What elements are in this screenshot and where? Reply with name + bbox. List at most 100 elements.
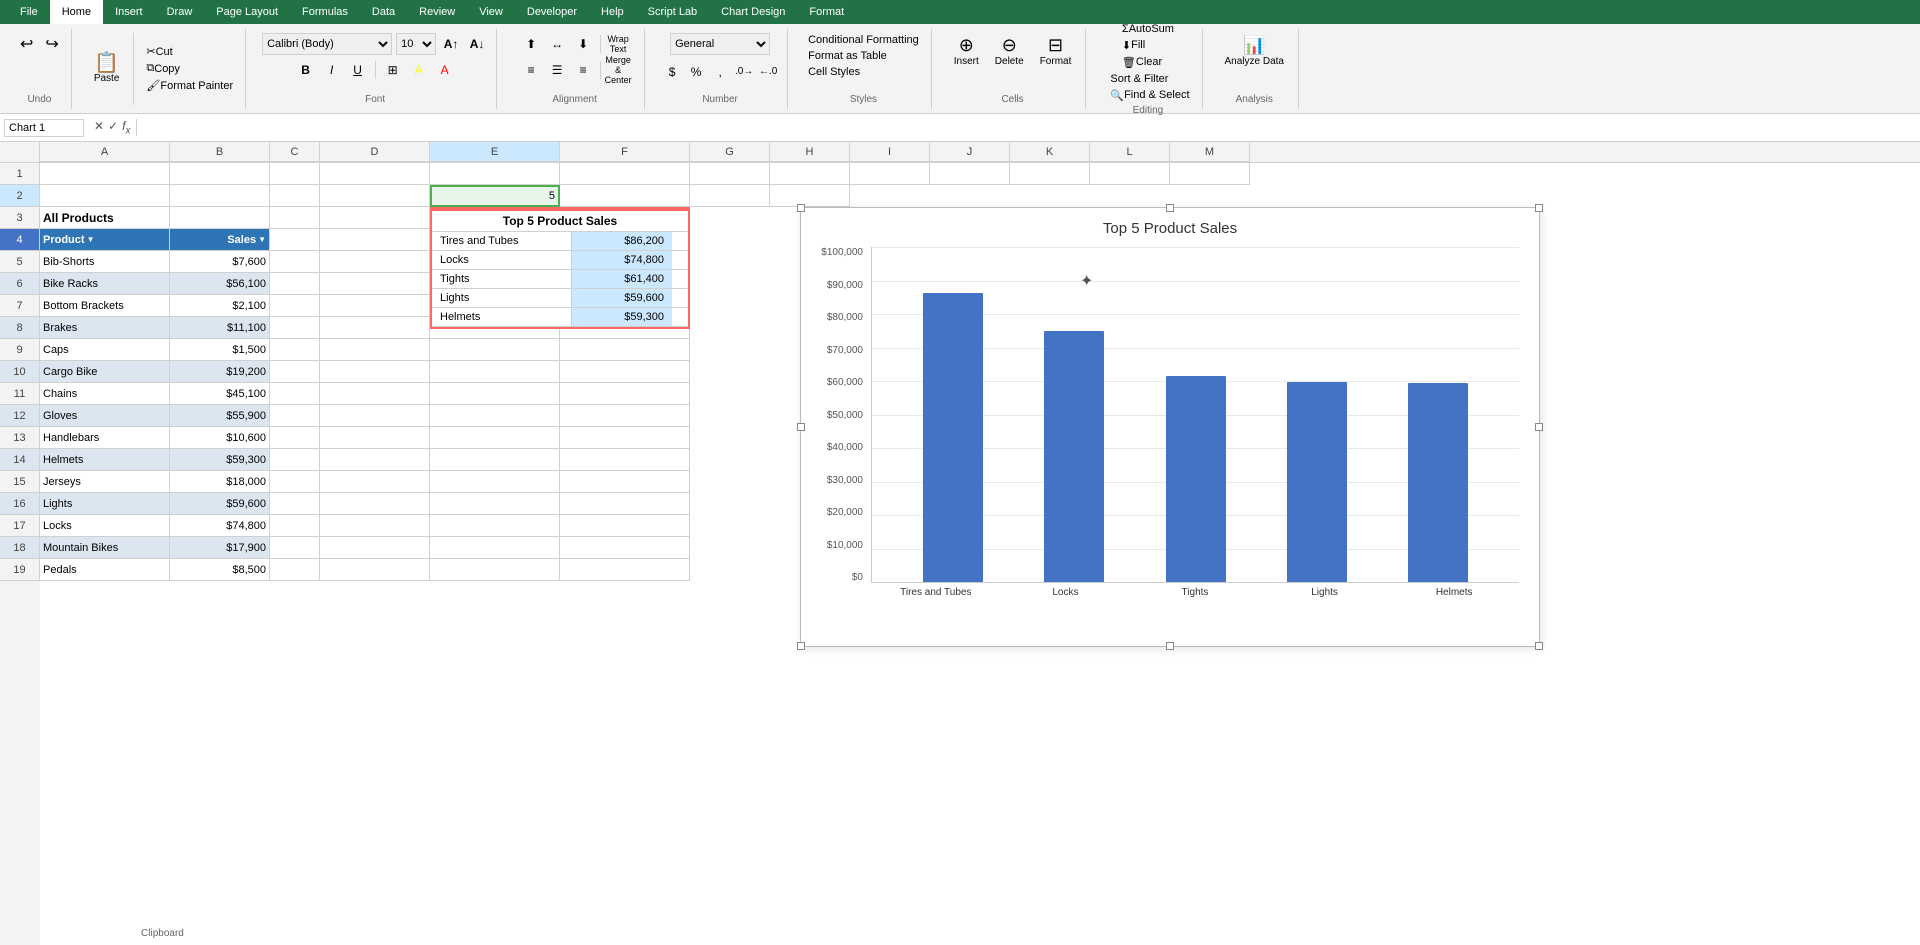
cell-c17[interactable] [270, 515, 320, 537]
row-13[interactable]: 13 [0, 427, 40, 449]
cell-d7[interactable] [320, 295, 430, 317]
wrap-text-button[interactable]: Wrap Text [607, 33, 629, 55]
resize-handle-tl[interactable] [797, 204, 805, 212]
cut-button[interactable]: ✂ Cut [142, 44, 237, 59]
percent-button[interactable]: % [685, 61, 707, 83]
tab-insert[interactable]: Insert [103, 0, 155, 24]
bar-3[interactable] [1287, 382, 1347, 582]
cell-b5[interactable]: $7,600 [170, 251, 270, 273]
row-6[interactable]: 6 [0, 273, 40, 295]
cell-b8[interactable]: $11,100 [170, 317, 270, 339]
sort-filter-button[interactable]: Sort & Filter [1106, 72, 1193, 86]
cell-d4[interactable] [320, 229, 430, 251]
row-19[interactable]: 19 [0, 559, 40, 581]
col-l[interactable]: L [1090, 142, 1170, 162]
tab-script-lab[interactable]: Script Lab [636, 0, 710, 24]
cell-b11[interactable]: $45,100 [170, 383, 270, 405]
increase-font-button[interactable]: A↑ [440, 33, 462, 55]
border-button[interactable]: ⊞ [382, 59, 404, 81]
row-5[interactable]: 5 [0, 251, 40, 273]
resize-handle-bl[interactable] [797, 642, 805, 650]
bar-1[interactable] [1044, 331, 1104, 582]
row-16[interactable]: 16 [0, 493, 40, 515]
cell-c6[interactable] [270, 273, 320, 295]
col-m[interactable]: M [1170, 142, 1250, 162]
row-3[interactable]: 3 [0, 207, 40, 229]
tab-home[interactable]: Home [50, 0, 103, 24]
row-7[interactable]: 7 [0, 295, 40, 317]
cell-f17[interactable] [560, 515, 690, 537]
cell-d15[interactable] [320, 471, 430, 493]
underline-button[interactable]: U [347, 59, 369, 81]
bold-button[interactable]: B [295, 59, 317, 81]
align-middle-button[interactable]: ↔ [546, 33, 568, 55]
cell-d8[interactable] [320, 317, 430, 339]
fill-color-button[interactable]: A [408, 59, 430, 81]
tab-help[interactable]: Help [589, 0, 636, 24]
autosum-button[interactable]: Σ AutoSum [1118, 22, 1178, 36]
cell-c11[interactable] [270, 383, 320, 405]
col-a[interactable]: A [40, 142, 170, 162]
top5-product-1[interactable]: Locks [432, 251, 572, 269]
format-cells-button[interactable]: ⊟ Format [1034, 33, 1078, 69]
cell-c1[interactable] [270, 163, 320, 185]
align-right-button[interactable]: ≡ [572, 59, 594, 81]
decrease-decimal-button[interactable]: ←.0 [757, 61, 779, 83]
product-dropdown-icon[interactable]: ▼ [87, 235, 95, 244]
cell-e14[interactable] [430, 449, 560, 471]
top5-product-4[interactable]: Helmets [432, 308, 572, 326]
row-10[interactable]: 10 [0, 361, 40, 383]
cell-f11[interactable] [560, 383, 690, 405]
cell-b15[interactable]: $18,000 [170, 471, 270, 493]
cell-c12[interactable] [270, 405, 320, 427]
cell-b2[interactable] [170, 185, 270, 207]
cell-e18[interactable] [430, 537, 560, 559]
tab-view[interactable]: View [467, 0, 515, 24]
cell-f1[interactable] [560, 163, 690, 185]
cell-c14[interactable] [270, 449, 320, 471]
cell-e10[interactable] [430, 361, 560, 383]
top5-sales-0[interactable]: $86,200 [572, 232, 672, 250]
cell-c15[interactable] [270, 471, 320, 493]
align-left-button[interactable]: ≡ [520, 59, 542, 81]
cell-b16[interactable]: $59,600 [170, 493, 270, 515]
tab-draw[interactable]: Draw [155, 0, 205, 24]
col-b[interactable]: B [170, 142, 270, 162]
cell-d13[interactable] [320, 427, 430, 449]
cell-d18[interactable] [320, 537, 430, 559]
cell-d1[interactable] [320, 163, 430, 185]
align-center-button[interactable]: ☰ [546, 59, 568, 81]
delete-button[interactable]: ⊖ Delete [989, 33, 1030, 69]
cell-b6[interactable]: $56,100 [170, 273, 270, 295]
cell-d17[interactable] [320, 515, 430, 537]
font-color-button[interactable]: A [434, 59, 456, 81]
sales-dropdown-icon[interactable]: ▼ [258, 235, 266, 244]
tab-page-layout[interactable]: Page Layout [204, 0, 290, 24]
confirm-formula-icon[interactable]: ✓ [108, 119, 118, 136]
row-9[interactable]: 9 [0, 339, 40, 361]
cell-c18[interactable] [270, 537, 320, 559]
chart-container[interactable]: Top 5 Product Sales $100,000 $90,000 $80… [800, 207, 1540, 647]
insert-function-icon[interactable]: fx [122, 119, 130, 136]
cell-c7[interactable] [270, 295, 320, 317]
formula-input[interactable] [141, 121, 1916, 135]
cell-b12[interactable]: $55,900 [170, 405, 270, 427]
col-f[interactable]: F [560, 142, 690, 162]
cell-e9[interactable] [430, 339, 560, 361]
top5-product-2[interactable]: Tights [432, 270, 572, 288]
cell-f13[interactable] [560, 427, 690, 449]
cell-e19[interactable] [430, 559, 560, 581]
row-11[interactable]: 11 [0, 383, 40, 405]
cell-h2[interactable] [770, 185, 850, 207]
increase-decimal-button[interactable]: .0→ [733, 61, 755, 83]
cell-a12[interactable]: Gloves [40, 405, 170, 427]
row-1[interactable]: 1 [0, 163, 40, 185]
tab-data[interactable]: Data [360, 0, 407, 24]
cell-a16[interactable]: Lights [40, 493, 170, 515]
cell-m1[interactable] [1170, 163, 1250, 185]
format-painter-button[interactable]: 🖌 Format Painter [142, 78, 237, 93]
row-14[interactable]: 14 [0, 449, 40, 471]
italic-button[interactable]: I [321, 59, 343, 81]
fill-button[interactable]: ⬇ Fill [1118, 38, 1178, 53]
tab-formulas[interactable]: Formulas [290, 0, 360, 24]
